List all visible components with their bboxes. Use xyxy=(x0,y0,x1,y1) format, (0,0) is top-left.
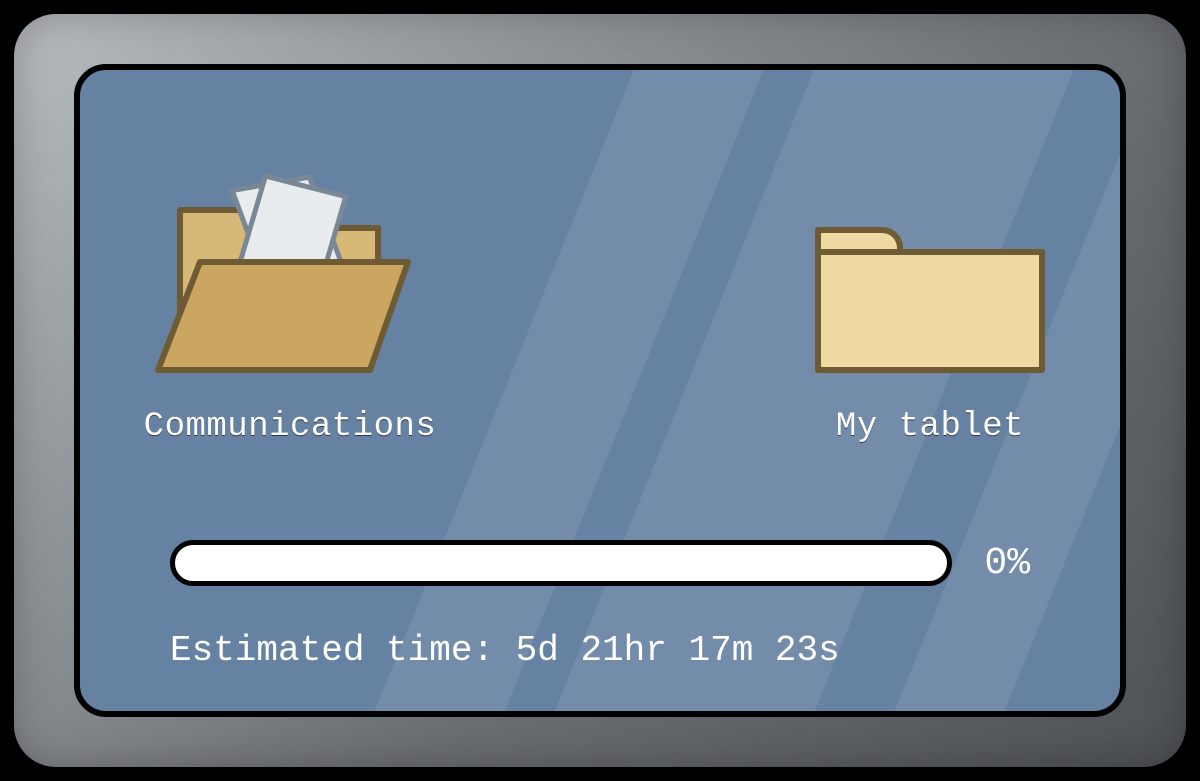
transfer-progress-percent: 0% xyxy=(984,542,1030,585)
eta-value: 5d 21hr 17m 23s xyxy=(516,630,840,671)
transfer-progress-bar xyxy=(170,540,952,586)
folder-closed-icon xyxy=(800,190,1060,390)
destination-folder[interactable]: My tablet xyxy=(800,190,1060,446)
tablet-screen: Communications My tablet 0% Estimated ti… xyxy=(74,64,1126,717)
source-folder[interactable]: Communications xyxy=(140,170,440,446)
folder-open-icon xyxy=(140,170,440,390)
source-folder-label: Communications xyxy=(144,408,437,446)
transfer-eta: Estimated time: 5d 21hr 17m 23s xyxy=(170,630,840,671)
eta-prefix: Estimated time: xyxy=(170,630,516,671)
destination-folder-label: My tablet xyxy=(836,408,1024,446)
tablet-device-frame: Communications My tablet 0% Estimated ti… xyxy=(8,8,1192,773)
